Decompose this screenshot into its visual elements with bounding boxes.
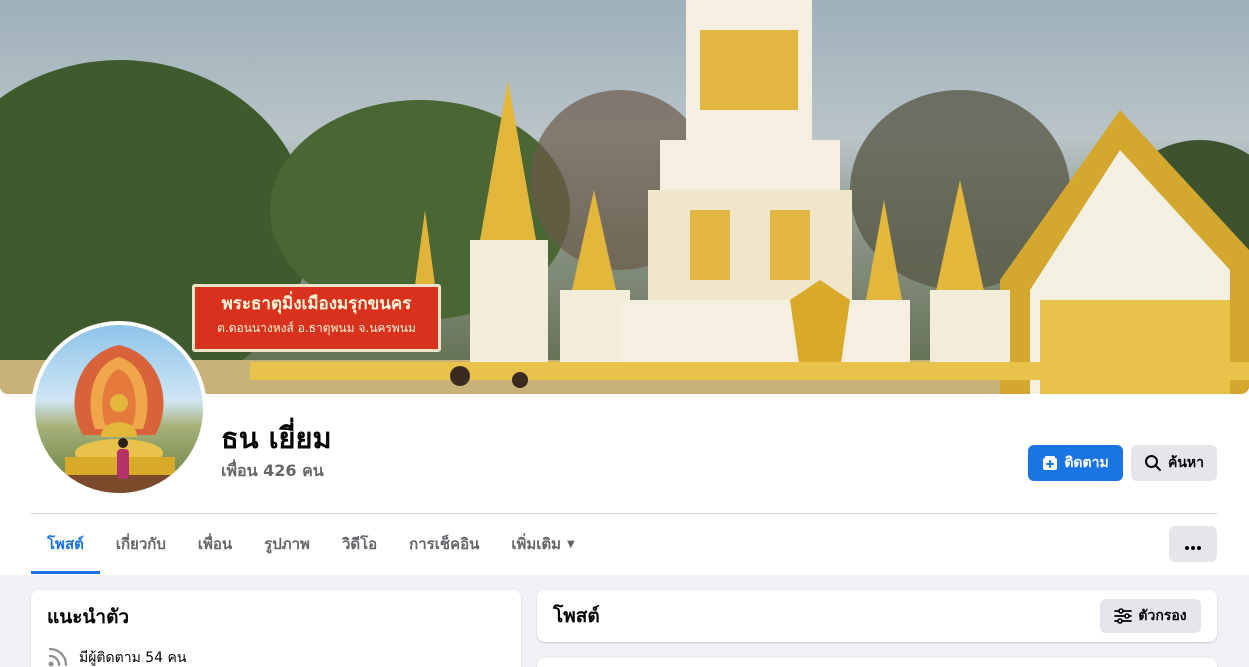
ellipsis-icon [1185,535,1201,554]
cover-photo[interactable]: พระธาตุมิ่งเมืองมรุกขนคร ต.ดอนนางหงส์ อ.… [0,0,1249,394]
tab-more[interactable]: เพิ่มเติม ▼ [495,514,590,574]
cover-illustration [0,0,1249,394]
caret-down-icon: ▼ [567,538,575,550]
tab-label: การเช็คอิน [409,535,480,553]
follow-button[interactable]: ติดตาม [1028,445,1123,481]
tab-label: โพสต์ [47,535,84,553]
posts-header-card: โพสต์ ตัวกรอง [537,590,1217,642]
search-icon [1144,454,1162,472]
tab-label: เพิ่มเติม [511,535,562,553]
tab-check-ins[interactable]: การเช็คอิน [393,514,495,574]
profile-avatar[interactable] [31,321,207,497]
tab-friends[interactable]: เพื่อน [182,514,248,574]
profile-name: ธน เยี่ยม [221,421,332,455]
tab-videos[interactable]: วิดีโอ [326,514,393,574]
intro-title: แนะนำตัว [47,606,130,628]
intro-card: แนะนำตัว มีผู้ติดตาม 54 คน [31,590,521,667]
tab-photos[interactable]: รูปภาพ [248,514,326,574]
more-options-button[interactable] [1169,526,1217,562]
followers-row: มีผู้ติดตาม 54 คน [47,646,186,667]
tab-about[interactable]: เกี่ยวกับ [100,514,182,574]
tab-posts[interactable]: โพสต์ [31,514,100,574]
followers-text[interactable]: มีผู้ติดตาม 54 คน [79,647,186,667]
tab-label: รูปภาพ [264,535,310,553]
avatar-illustration [55,345,185,493]
tab-label: เพื่อน [197,535,233,553]
cover-sign: พระธาตุมิ่งเมืองมรุกขนคร ต.ดอนนางหงส์ อ.… [192,284,441,352]
follow-label: ติดตาม [1064,455,1109,471]
posts-title: โพสต์ [553,605,600,627]
tab-label: เกี่ยวกับ [115,535,166,553]
cover-sign-title: พระธาตุมิ่งเมืองมรุกขนคร [221,294,412,314]
friends-count[interactable]: เพื่อน 426 คน [221,460,324,482]
profile-tabs: โพสต์ เกี่ยวกับ เพื่อน รูปภาพ วิดีโอ การ… [31,514,591,574]
filter-button[interactable]: ตัวกรอง [1100,599,1201,633]
search-label: ค้นหา [1167,455,1205,471]
avatar-image [35,325,203,493]
filter-icon [1114,608,1133,624]
cover-sign-subtitle: ต.ดอนนางหงส์ อ.ธาตุพนม จ.นครพนม [217,321,416,335]
profile-header: พระธาตุมิ่งเมืองมรุกขนคร ต.ดอนนางหงส์ อ.… [0,0,1249,575]
post-card [537,658,1217,667]
tab-label: วิดีโอ [341,535,378,553]
rss-icon [47,646,71,667]
search-button[interactable]: ค้นหา [1131,445,1217,481]
follow-icon [1042,455,1058,471]
filter-label: ตัวกรอง [1138,608,1187,624]
